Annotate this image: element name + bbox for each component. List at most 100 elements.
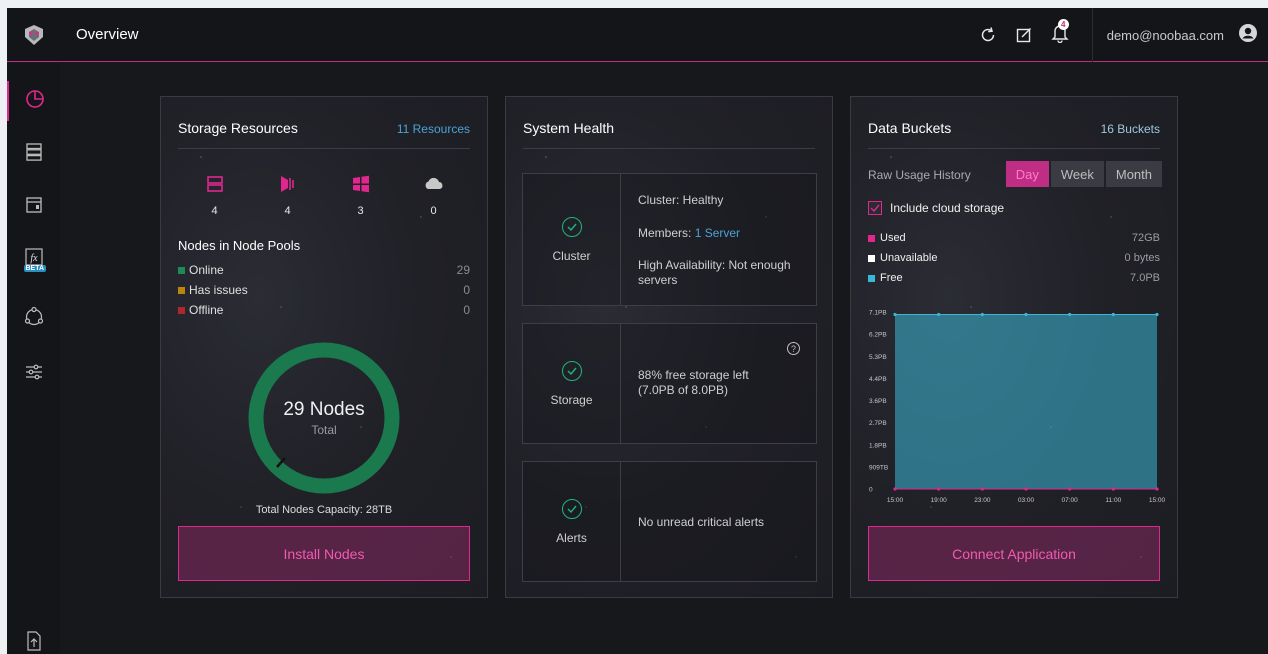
free-storage-text: 88% free storage left bbox=[638, 368, 749, 382]
connect-application-button[interactable]: Connect Application bbox=[868, 526, 1160, 581]
sidebar-item-overview[interactable] bbox=[7, 81, 60, 121]
top-bar: Overview 4 demo@noobaa.com bbox=[7, 8, 1268, 62]
resource-types: 4 4 3 0 bbox=[178, 174, 470, 217]
data-point-used bbox=[980, 487, 984, 491]
alerts-label: Alerts bbox=[556, 530, 587, 545]
resource-type-windows[interactable]: 3 bbox=[325, 174, 397, 217]
resources-count-link[interactable]: 11 Resources bbox=[397, 122, 470, 136]
data-buckets-panel: Data Buckets 16 Buckets Raw Usage Histor… bbox=[850, 96, 1178, 598]
noobaa-logo-icon[interactable] bbox=[7, 8, 60, 62]
edit-icon[interactable] bbox=[1006, 8, 1042, 62]
top-actions: 4 demo@noobaa.com bbox=[970, 8, 1268, 62]
data-point-free bbox=[937, 312, 941, 317]
sidebar-item-buckets[interactable] bbox=[7, 187, 60, 227]
x-tick-label: 07:00 bbox=[1062, 497, 1079, 504]
legend-swatch bbox=[178, 266, 185, 274]
install-nodes-button[interactable]: Install Nodes bbox=[178, 526, 470, 581]
resource-type-azure[interactable]: 4 bbox=[252, 174, 324, 217]
cluster-health-box: Cluster Cluster: Healthy Members: 1 Serv… bbox=[522, 173, 817, 306]
period-week-button[interactable]: Week bbox=[1050, 161, 1104, 187]
notifications-button[interactable]: 4 bbox=[1042, 8, 1078, 62]
y-tick-label: 5.3PB bbox=[869, 354, 887, 361]
legend-value: 0 bbox=[463, 303, 470, 317]
storage-resources-panel: Storage Resources 11 Resources 4 4 3 0 N… bbox=[160, 96, 488, 598]
resource-type-servers[interactable]: 4 bbox=[179, 174, 251, 217]
divider bbox=[178, 148, 470, 149]
usage-history-label: Raw Usage History bbox=[868, 168, 971, 182]
alerts-health-box: Alerts No unread critical alerts bbox=[522, 461, 817, 582]
legend-swatch bbox=[178, 306, 185, 314]
cluster-status: Cluster bbox=[523, 174, 621, 305]
usage-label: Used bbox=[880, 232, 906, 244]
legend-swatch bbox=[178, 286, 185, 294]
y-tick-label: 0 bbox=[869, 487, 873, 494]
page-title: Overview bbox=[76, 26, 139, 43]
donut-center: 29 Nodes Total bbox=[247, 341, 401, 495]
x-tick-label: 03:00 bbox=[1018, 497, 1035, 504]
help-icon[interactable]: ? bbox=[787, 342, 800, 355]
usage-free: Free 7.0PB bbox=[868, 272, 1160, 284]
include-cloud-storage-label: Include cloud storage bbox=[890, 201, 1005, 215]
resource-count: 0 bbox=[430, 205, 437, 217]
legend-swatch bbox=[868, 274, 875, 282]
x-tick-label: 19:00 bbox=[931, 497, 948, 504]
sidebar-item-functions[interactable]: fx BETA bbox=[7, 240, 60, 280]
divider bbox=[523, 148, 815, 149]
beta-badge: BETA bbox=[23, 265, 47, 272]
legend-offline: Offline 0 bbox=[178, 303, 470, 317]
sidebar-item-resources[interactable] bbox=[7, 134, 60, 174]
check-circle-icon bbox=[561, 216, 582, 237]
data-point-used bbox=[1111, 487, 1115, 491]
azure-icon bbox=[278, 176, 298, 198]
nodes-donut-chart: 29 Nodes Total bbox=[247, 341, 401, 495]
usage-label: Unavailable bbox=[880, 252, 938, 264]
sidebar-item-settings[interactable] bbox=[7, 354, 60, 394]
storage-status: Storage bbox=[523, 324, 621, 443]
y-tick-label: 6.2PB bbox=[869, 332, 887, 339]
members-link[interactable]: 1 Server bbox=[695, 226, 740, 240]
system-health-panel: System Health Cluster Cluster: Healthy M… bbox=[505, 96, 833, 598]
user-menu[interactable]: demo@noobaa.com bbox=[1091, 8, 1268, 62]
high-availability-text: High Availability: Not enough servers bbox=[638, 258, 791, 287]
legend-value: 0 bbox=[463, 283, 470, 297]
buckets-count-link[interactable]: 16 Buckets bbox=[1101, 122, 1160, 136]
sidebar-item-cluster[interactable] bbox=[7, 299, 60, 339]
period-selector: Day Week Month bbox=[1004, 161, 1162, 187]
legend-label: Has issues bbox=[189, 283, 248, 297]
include-cloud-storage-checkbox[interactable]: Include cloud storage bbox=[868, 201, 1004, 215]
x-tick-label: 15:00 bbox=[1149, 497, 1165, 504]
check-circle-icon bbox=[561, 360, 582, 381]
resource-count: 3 bbox=[357, 205, 364, 217]
data-point-free bbox=[1068, 312, 1072, 317]
alerts-text: No unread critical alerts bbox=[638, 515, 765, 529]
server-icon bbox=[205, 176, 225, 198]
notification-badge: 4 bbox=[1057, 19, 1069, 30]
data-buckets-title: Data Buckets bbox=[868, 120, 952, 136]
x-tick-label: 23:00 bbox=[974, 497, 991, 504]
y-tick-label: 909TB bbox=[869, 464, 888, 471]
y-tick-label: 2.7PB bbox=[869, 420, 887, 427]
refresh-icon[interactable] bbox=[970, 8, 1006, 62]
data-point-used bbox=[937, 487, 941, 491]
usage-value: 7.0PB bbox=[1130, 272, 1160, 284]
functions-icon: fx BETA bbox=[23, 245, 47, 275]
usage-label: Free bbox=[880, 272, 903, 284]
raw-usage-chart: 0 909TB 1.8PB 2.7PB 3.6PB 4.4PB 5.3PB 6.2PB 7.1P… bbox=[869, 310, 1165, 505]
y-tick-label: 1.8PB bbox=[869, 442, 887, 449]
y-tick-label: 7.1PB bbox=[869, 310, 887, 317]
svg-text:fx: fx bbox=[30, 253, 38, 264]
legend-label: Offline bbox=[189, 303, 224, 317]
legend-label: Online bbox=[189, 263, 224, 277]
overview-pie-icon bbox=[25, 89, 45, 114]
series-area-free bbox=[895, 314, 1157, 489]
system-health-title: System Health bbox=[523, 120, 615, 136]
user-email: demo@noobaa.com bbox=[1106, 27, 1224, 43]
period-month-button[interactable]: Month bbox=[1105, 161, 1162, 187]
usage-used: Used 72GB bbox=[868, 232, 1160, 244]
period-day-button[interactable]: Day bbox=[1005, 161, 1049, 187]
sidebar-item-upload[interactable] bbox=[7, 623, 60, 654]
resource-type-cloud[interactable]: 0 bbox=[398, 174, 470, 217]
storage-health-box: Storage ? 88% free storage left (7.0PB o… bbox=[522, 323, 817, 444]
alerts-status: Alerts bbox=[523, 462, 621, 581]
sidebar: fx BETA bbox=[7, 63, 60, 654]
